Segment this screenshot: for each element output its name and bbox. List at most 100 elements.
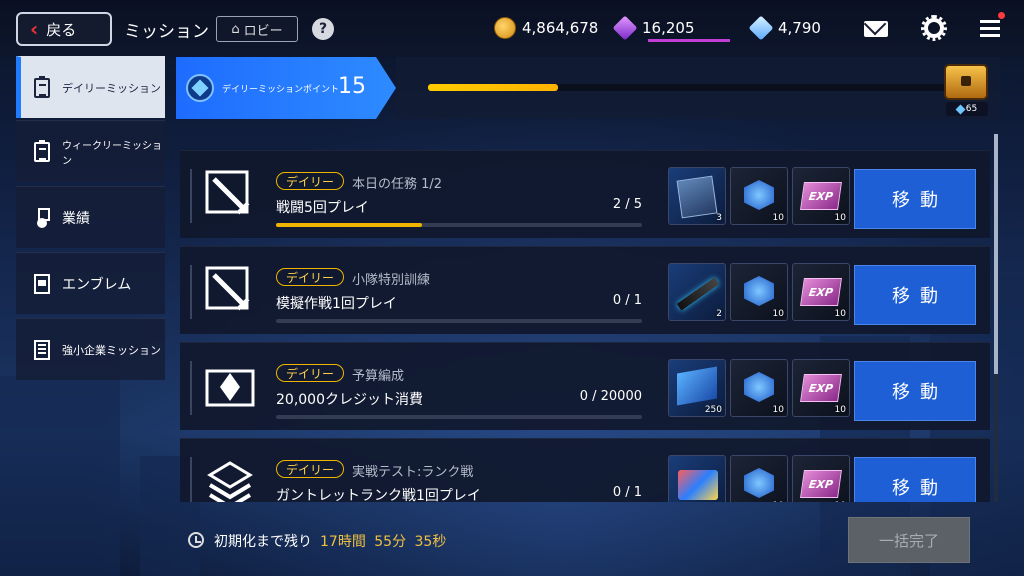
row-divider: [190, 361, 192, 415]
daily-badge: デイリー: [276, 172, 345, 190]
lobby-button[interactable]: ⌂ ロビー: [216, 16, 298, 42]
reward-crystal[interactable]: 10: [730, 167, 788, 225]
mission-list[interactable]: デイリー 本日の任務 1/2 戦闘5回プレイ 2 / 5 3 10 10 移動 …: [176, 134, 994, 502]
row-divider: [190, 457, 192, 502]
reward-exp-card[interactable]: 10: [792, 167, 850, 225]
treasure-chest-icon[interactable]: [944, 64, 988, 100]
reward-tube[interactable]: 2: [668, 263, 726, 321]
points-progress-bar: [428, 84, 948, 91]
help-button[interactable]: ?: [312, 18, 334, 40]
reward-crystal[interactable]: 10: [730, 455, 788, 502]
blue-crystal-currency[interactable]: 4,790: [748, 15, 821, 41]
mission-progress-text: 0 / 1: [612, 485, 642, 500]
sidebar-item-company-mission[interactable]: 強小企業ミッション: [16, 318, 165, 380]
reward-exp-card[interactable]: 10: [792, 263, 850, 321]
reset-label: 初期化まで残り: [214, 534, 312, 550]
reward-exp-card[interactable]: 10: [792, 455, 850, 502]
home-icon: ⌂: [231, 21, 240, 37]
move-button[interactable]: 移動: [854, 457, 976, 502]
rank-chevron-icon: [207, 461, 253, 502]
mission-task: 20,000クレジット消費: [276, 392, 423, 408]
sidebar-item-weekly-mission[interactable]: ウィークリーミッション: [16, 120, 165, 182]
move-button[interactable]: 移動: [854, 361, 976, 421]
building-icon: [34, 339, 50, 360]
reward-documents[interactable]: 3: [668, 167, 726, 225]
sidebar-item-daily-mission[interactable]: デイリーミッション: [16, 56, 165, 118]
emblem-icon: [34, 273, 50, 294]
points-progress-fill: [428, 84, 558, 91]
points-value: 15: [338, 74, 366, 99]
mission-task: ガントレットランク戦1回プレイ: [276, 488, 481, 502]
reward-count: 2: [716, 309, 722, 319]
blue-crystal-icon: [748, 15, 774, 41]
sword-icon: [205, 170, 250, 215]
clipboard-icon: [34, 75, 50, 98]
mission-scrollbar[interactable]: [994, 134, 998, 502]
mission-row: デイリー 本日の任務 1/2 戦闘5回プレイ 2 / 5 3 10 10 移動: [180, 150, 990, 238]
sword-icon: [205, 266, 250, 311]
mission-row: デイリー 小隊特別訓練 模擬作戦1回プレイ 0 / 1 2 10 10 移動: [180, 246, 990, 334]
gem-underline: [648, 39, 730, 42]
reset-countdown: 17時間 55分 35秒: [320, 534, 447, 550]
chest-count-value: 65: [965, 104, 978, 114]
row-divider: [190, 265, 192, 319]
mail-icon[interactable]: [864, 21, 888, 37]
gear-icon[interactable]: [921, 15, 947, 41]
mission-progress-text: 0 / 20000: [579, 389, 642, 404]
reward-count: 250: [704, 405, 722, 415]
reward-count: 10: [834, 405, 846, 415]
sidebar-item-label: エンブレム: [62, 276, 132, 293]
mission-category: 小隊特別訓練: [352, 273, 431, 288]
move-button[interactable]: 移動: [854, 169, 976, 229]
reward-count: 10: [772, 213, 784, 223]
reward-exp-card[interactable]: 10: [792, 359, 850, 417]
top-bar: ‹ 戻る ミッション ⌂ ロビー ? 4,864,678 16,205 4,79…: [0, 0, 1024, 56]
sidebar-item-label: 業績: [62, 210, 90, 227]
reward-book[interactable]: 250: [668, 359, 726, 417]
back-button[interactable]: ‹ 戻る: [16, 12, 112, 46]
daily-badge: デイリー: [276, 460, 345, 478]
sidebar-item-label: ウィークリーミッション: [62, 140, 162, 167]
scrollbar-thumb[interactable]: [994, 134, 998, 374]
mission-progress-bar: [276, 223, 642, 227]
reward-count: 10: [773, 501, 784, 502]
purple-gem-currency[interactable]: 16,205: [612, 15, 695, 41]
gold-coin-icon: [494, 17, 516, 39]
gold-coin-amount: 4,864,678: [522, 19, 599, 37]
mission-progress-bar: [276, 319, 642, 323]
points-crystal-icon: [186, 74, 214, 102]
daily-badge: デイリー: [276, 364, 345, 382]
sidebar-item-label: デイリーミッション: [62, 81, 161, 95]
sidebar-item-achievements[interactable]: 業績: [16, 186, 165, 248]
sidebar-item-label: 強小企業ミッション: [62, 343, 161, 357]
mission-category: 本日の任務 1/2: [352, 177, 443, 192]
purple-gem-icon: [612, 15, 638, 41]
reward-crystal[interactable]: 10: [730, 263, 788, 321]
crystal-icon: [955, 104, 966, 114]
move-button[interactable]: 移動: [854, 265, 976, 325]
gold-coin-currency: 4,864,678: [494, 17, 598, 39]
blue-crystal-amount: 4,790: [778, 19, 821, 37]
reward-count: 10: [834, 309, 846, 319]
mission-progress-bar: [276, 415, 642, 419]
purple-gem-amount: 16,205: [642, 19, 695, 37]
star-icon: [205, 369, 255, 407]
complete-all-button[interactable]: 一括完了: [848, 517, 970, 563]
reward-mystery-box[interactable]: [668, 455, 726, 502]
points-label: デイリーミッションポイント: [222, 85, 340, 95]
mission-progress-fill: [276, 223, 423, 227]
lobby-label: ロビー: [243, 23, 283, 39]
reward-crystal[interactable]: 10: [730, 359, 788, 417]
sidebar-item-emblem[interactable]: エンブレム: [16, 252, 165, 314]
row-divider: [190, 169, 192, 223]
reward-count: 10: [834, 213, 846, 223]
reward-count: 10: [772, 309, 784, 319]
chest-count: 65: [946, 102, 988, 116]
medal-icon: [34, 207, 50, 228]
reward-count: 10: [772, 405, 784, 415]
hamburger-menu-icon[interactable]: [980, 20, 1000, 38]
clock-icon: [188, 532, 204, 548]
notification-dot: [998, 12, 1005, 19]
mission-row: デイリー 予算編成 20,000クレジット消費 0 / 20000 250 10…: [180, 342, 990, 430]
mission-progress-text: 2 / 5: [612, 197, 642, 212]
